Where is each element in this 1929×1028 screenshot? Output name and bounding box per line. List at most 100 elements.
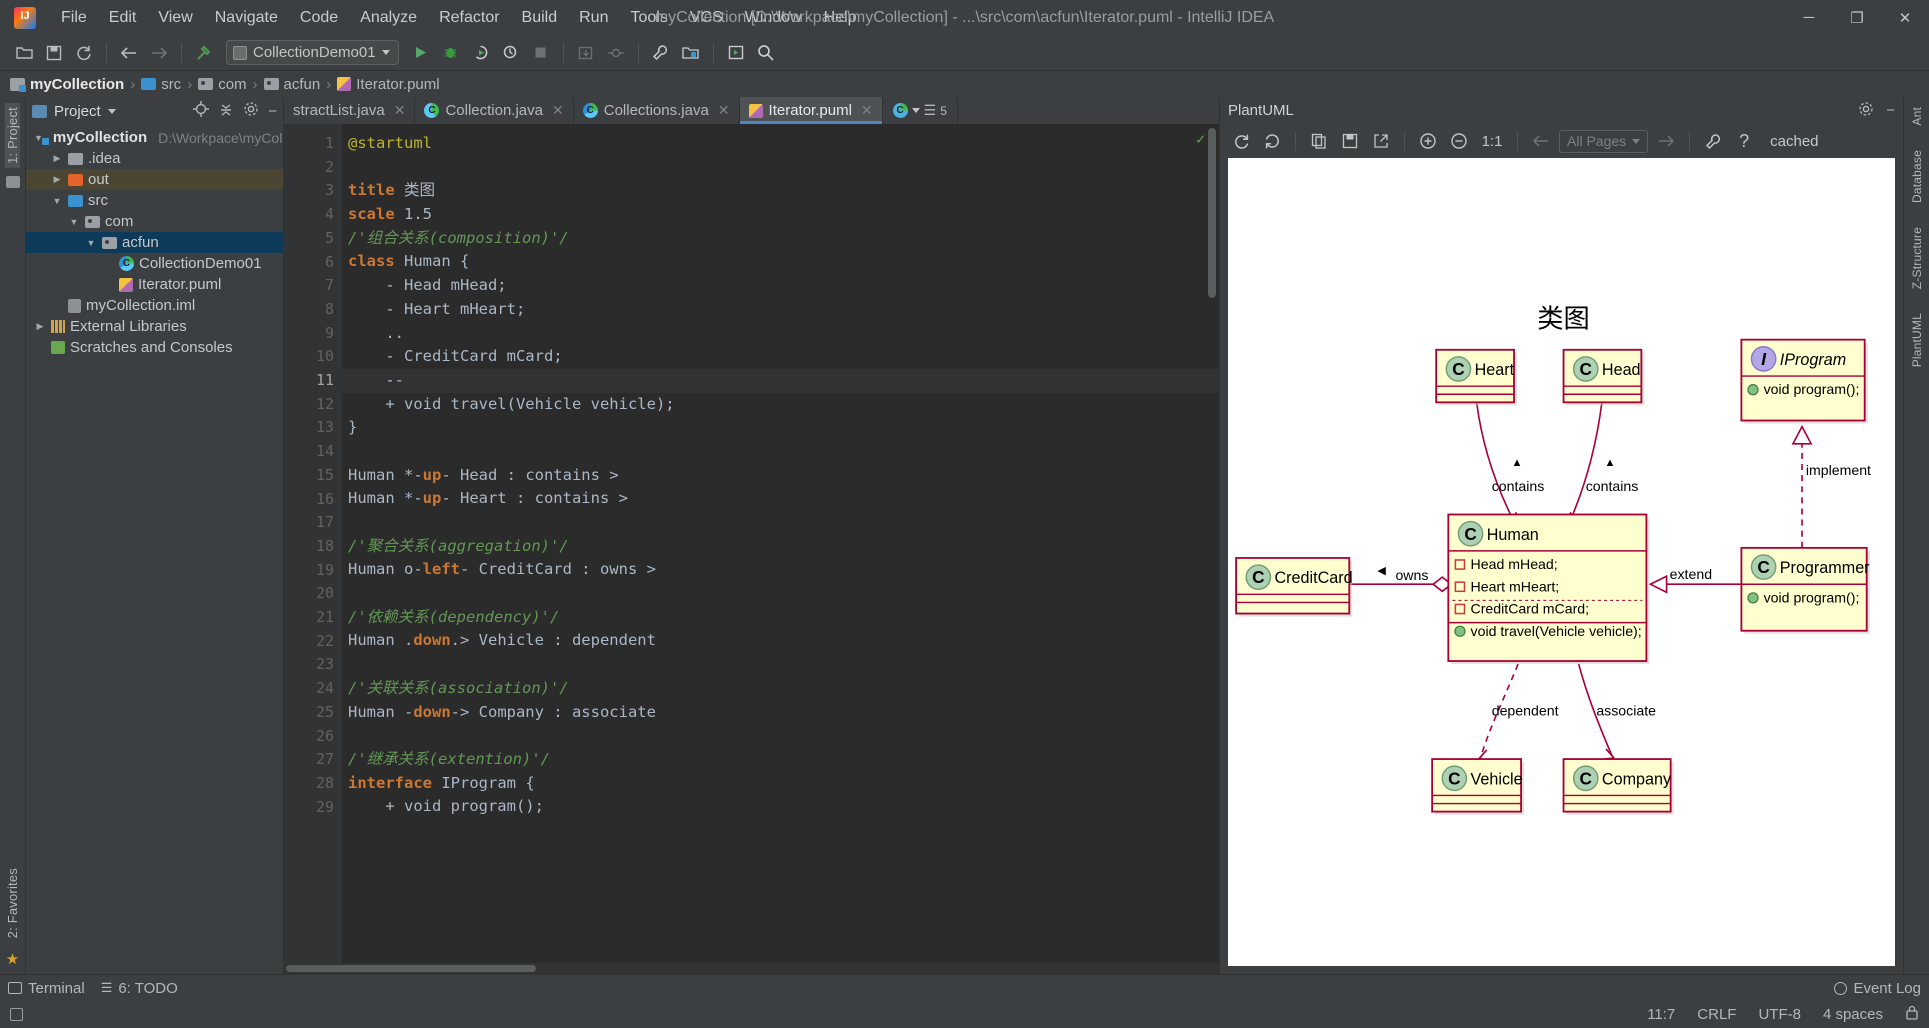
sidebar-item-database[interactable]: Database — [1910, 146, 1924, 207]
tab-overflow-button[interactable]: ☰5 — [883, 97, 958, 124]
file-encoding[interactable]: UTF-8 — [1758, 1006, 1801, 1023]
help-icon[interactable]: ? — [1731, 128, 1757, 154]
breadcrumb-item-acfun[interactable]: acfun — [264, 76, 321, 93]
zoom-reset-button[interactable]: 1:1 — [1477, 128, 1507, 154]
tree-node-iterator-puml[interactable]: Iterator.puml — [26, 274, 283, 295]
scrollbar-thumb[interactable] — [1208, 128, 1216, 298]
copy-icon[interactable] — [1306, 128, 1332, 154]
uml-class-creditcard[interactable]: CCreditCard — [1236, 558, 1353, 617]
chevron-down-icon[interactable] — [108, 109, 116, 114]
run-configuration-selector[interactable]: CollectionDemo01 — [226, 40, 399, 65]
code-line[interactable] — [342, 653, 1219, 677]
code-line[interactable] — [342, 582, 1219, 606]
menu-build[interactable]: Build — [511, 5, 569, 31]
todo-button[interactable]: ☰ 6: TODO — [101, 980, 178, 997]
sidebar-item-plantuml[interactable]: PlantUML — [1910, 309, 1924, 371]
zoom-in-icon[interactable] — [1415, 128, 1441, 154]
sync-icon[interactable] — [70, 39, 98, 67]
page-select[interactable]: All Pages — [1559, 130, 1648, 153]
menu-tools[interactable]: Tools — [619, 5, 678, 31]
update-project-icon[interactable] — [572, 39, 600, 67]
run-anything-icon[interactable] — [722, 39, 750, 67]
commit-icon[interactable] — [602, 39, 630, 67]
code-line[interactable] — [342, 156, 1219, 180]
search-icon[interactable] — [752, 39, 780, 67]
code-line[interactable]: Human .down.> Vehicle : dependent — [342, 629, 1219, 653]
tree-node-idea[interactable]: ▶.idea — [26, 148, 283, 169]
expand-arrow-icon[interactable]: ▶ — [34, 321, 46, 332]
breadcrumb-item-iterator-puml[interactable]: Iterator.puml — [337, 76, 439, 93]
reload-icon[interactable] — [1259, 128, 1285, 154]
save-all-icon[interactable] — [40, 39, 68, 67]
minimize-button[interactable]: ─ — [1785, 0, 1833, 35]
code-line[interactable] — [342, 440, 1219, 464]
profiler-icon[interactable] — [497, 39, 525, 67]
sidebar-item-favorites[interactable]: 2: Favorites — [5, 864, 20, 942]
tree-node-mycollection-iml[interactable]: myCollection.iml — [26, 295, 283, 316]
editor-tab-bar[interactable]: stractList.java✕Collection.java✕Collecti… — [284, 97, 1219, 124]
code-line[interactable]: Human *-up- Heart : contains > — [342, 487, 1219, 511]
code-line[interactable]: - CreditCard mCard; — [342, 345, 1219, 369]
editor-tab-iterator-puml[interactable]: Iterator.puml✕ — [740, 97, 883, 124]
menu-run[interactable]: Run — [568, 5, 619, 31]
run-coverage-icon[interactable] — [467, 39, 495, 67]
code-line[interactable] — [342, 511, 1219, 535]
hide-panel-icon[interactable]: − — [1886, 102, 1895, 119]
diagram-canvas[interactable]: 类图containscontainsownsdependentassociate… — [1228, 158, 1895, 966]
tree-node-src[interactable]: ▼src — [26, 190, 283, 211]
menu-code[interactable]: Code — [289, 5, 349, 31]
save-diagram-icon[interactable] — [1337, 128, 1363, 154]
settings-wrench-icon[interactable] — [647, 39, 675, 67]
uml-class-human[interactable]: CHumanHead mHead;Heart mHeart;CreditCard… — [1448, 515, 1649, 665]
gear-icon[interactable] — [243, 101, 259, 121]
code-line[interactable]: Human o-left- CreditCard : owns > — [342, 558, 1219, 582]
settings-wrench-icon[interactable] — [1700, 128, 1726, 154]
code-line[interactable]: + void program(); — [342, 795, 1219, 819]
sidebar-item-project[interactable]: 1: Project — [5, 103, 20, 168]
code-line[interactable]: @startuml — [342, 132, 1219, 156]
code-line[interactable] — [342, 724, 1219, 748]
close-icon[interactable]: ✕ — [552, 102, 564, 119]
lock-icon[interactable] — [1905, 1005, 1919, 1024]
build-hammer-icon[interactable] — [190, 39, 218, 67]
code-line[interactable]: /'关联关系(association)'/ — [342, 677, 1219, 701]
code-line[interactable]: scale 1.5 — [342, 203, 1219, 227]
sidebar-item-zstructure[interactable]: Z-Structure — [1910, 223, 1924, 293]
editor-tab-collection-java[interactable]: Collection.java✕ — [415, 97, 573, 124]
forward-icon[interactable] — [145, 39, 173, 67]
code-line[interactable]: Human *-up- Head : contains > — [342, 464, 1219, 488]
tree-node-out[interactable]: ▶out — [26, 169, 283, 190]
tree-node-collectiondemo01[interactable]: CollectionDemo01 — [26, 253, 283, 274]
menu-analyze[interactable]: Analyze — [349, 5, 428, 31]
expand-arrow-icon[interactable]: ▼ — [51, 196, 63, 206]
editor-tab-stractlist-java[interactable]: stractList.java✕ — [284, 97, 415, 124]
uml-class-company[interactable]: CCompany — [1564, 759, 1674, 815]
star-icon[interactable]: ★ — [6, 950, 19, 968]
editor-horizontal-scrollbar[interactable] — [284, 963, 1219, 974]
menu-edit[interactable]: Edit — [98, 5, 148, 31]
uml-class-iprogram[interactable]: IIProgramvoid program(); — [1741, 340, 1867, 424]
open-external-icon[interactable] — [1368, 128, 1394, 154]
uml-class-programmer[interactable]: CProgrammervoid program(); — [1741, 548, 1870, 634]
breadcrumb-item-src[interactable]: src — [141, 76, 181, 93]
sidebar-item-ant[interactable]: Ant — [1910, 103, 1924, 130]
hscroll-thumb[interactable] — [286, 965, 536, 972]
uml-class-vehicle[interactable]: CVehicle — [1432, 759, 1524, 815]
code-line[interactable]: interface IProgram { — [342, 772, 1219, 796]
code-line[interactable]: -- — [342, 369, 1219, 393]
debug-button[interactable] — [437, 39, 465, 67]
editor-scrollbar[interactable] — [1206, 124, 1218, 963]
menu-view[interactable]: View — [147, 5, 203, 31]
menu-file[interactable]: File — [50, 5, 98, 31]
caret-position[interactable]: 11:7 — [1647, 1006, 1675, 1023]
code-line[interactable]: } — [342, 416, 1219, 440]
previous-page-icon[interactable] — [1528, 128, 1554, 154]
menu-vcs[interactable]: VCS — [679, 5, 734, 31]
refresh-icon[interactable] — [1228, 128, 1254, 154]
tree-node-com[interactable]: ▼com — [26, 211, 283, 232]
stop-icon[interactable] — [527, 39, 555, 67]
editor-tab-collections-java[interactable]: Collections.java✕ — [574, 97, 740, 124]
code-editor[interactable]: ✓ @startumltitle 类图scale 1.5/'组合关系(compo… — [342, 124, 1219, 963]
code-line[interactable]: + void travel(Vehicle vehicle); — [342, 393, 1219, 417]
collapse-all-icon[interactable] — [218, 101, 234, 121]
